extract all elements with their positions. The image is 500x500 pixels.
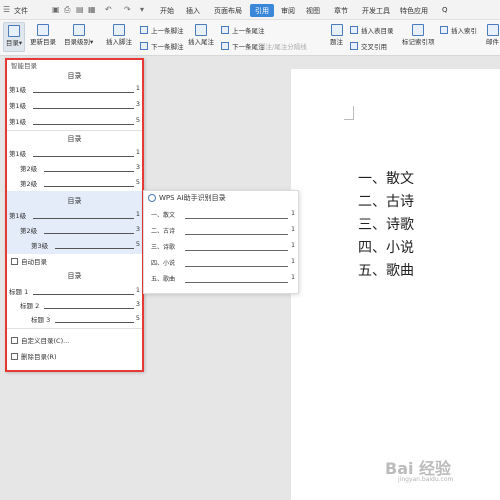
file-menu[interactable]: 文件	[14, 6, 28, 16]
toc-template-line[interactable]: 第1级 5	[9, 116, 140, 126]
smart-toc-header: 智能目录	[11, 62, 37, 70]
watermark-url: jingyan.baidu.com	[398, 476, 454, 483]
divider	[7, 130, 142, 131]
save-icon[interactable]: ▣	[52, 5, 60, 14]
toc-template-title: 目录	[67, 135, 82, 143]
toc-dropdown: 智能目录 目录 第1级 1 第1级 3 第1级 5 目录 第1级 1 第2级 3 第2级 5…	[5, 58, 144, 372]
undo-icon[interactable]: ↶	[105, 5, 112, 14]
toc-level-button[interactable]: 目录级别▾	[64, 24, 93, 46]
mail-icon	[486, 24, 499, 36]
footnote-separator-button[interactable]: 脚注/尾注分隔线	[259, 41, 307, 51]
caption-icon	[330, 24, 343, 36]
toc-template-title: 目录	[67, 72, 82, 80]
table-toc-icon	[350, 26, 358, 34]
cross-reference-button[interactable]: 交叉引用	[350, 41, 387, 51]
insert-footnote-button[interactable]: 插入脚注	[106, 24, 132, 46]
toc-icon	[8, 25, 20, 37]
next-endnote-button[interactable]: 下一条尾注	[221, 41, 265, 51]
tab-special-apps[interactable]: 特色应用	[400, 6, 428, 16]
tab-page-layout[interactable]: 页面布局	[214, 6, 242, 16]
doc-heading[interactable]: 四、小说	[358, 237, 414, 257]
toc-level-icon	[72, 24, 85, 36]
delete-toc-icon	[11, 352, 18, 360]
toc-template-title: 目录	[67, 272, 82, 280]
mark-index-icon	[412, 24, 425, 36]
toc-template-line[interactable]: 标题 35	[9, 314, 140, 324]
ai-toc-line[interactable]: 五、歌曲 1	[151, 274, 295, 284]
next-endnote-icon	[221, 42, 229, 50]
insert-table-toc-button[interactable]: 插入表目录	[350, 25, 394, 35]
caption-button[interactable]: 题注	[330, 24, 343, 46]
redo-icon[interactable]: ↷	[124, 5, 131, 14]
auto-toc-icon	[11, 257, 18, 265]
format-painter-icon[interactable]: ▦	[88, 5, 96, 14]
tab-home[interactable]: 开始	[160, 6, 174, 16]
cross-reference-icon	[350, 42, 358, 50]
footnote-icon	[113, 24, 125, 36]
next-footnote-button[interactable]: 下一条脚注	[140, 41, 184, 51]
toc-template-line[interactable]: 第1级 3	[9, 100, 140, 110]
ai-toc-panel: WPS AI助手识别目录 一、散文 1 二、古诗 1 三、诗歌 1 四、小说 1 五、歌…	[143, 190, 299, 294]
toc-template-line[interactable]: 第2级 3	[9, 225, 140, 235]
print-icon[interactable]: ⎙	[64, 5, 70, 15]
tab-developer[interactable]: 开发工具	[362, 6, 390, 16]
document-page[interactable]	[291, 69, 500, 500]
update-toc-button[interactable]: 更新目录	[30, 24, 56, 46]
toc-template-line[interactable]: 第1级 1	[9, 148, 140, 158]
ai-toc-line[interactable]: 一、散文 1	[151, 210, 295, 220]
doc-heading[interactable]: 三、诗歌	[358, 214, 414, 234]
preview-icon[interactable]: ▤	[76, 5, 84, 14]
tab-insert[interactable]: 插入	[186, 6, 200, 16]
wps-ai-icon	[148, 194, 156, 202]
tab-review[interactable]: 审阅	[281, 6, 295, 16]
menu-bar: ☰ 文件 ▣ ⎙ ▤ ▦ ↶ ↷ ▾ 开始 插入 页面布局 引用 审阅 视图 章…	[0, 0, 500, 20]
endnote-icon	[195, 24, 207, 36]
next-footnote-icon	[140, 42, 148, 50]
prev-footnote-button[interactable]: 上一条脚注	[140, 25, 184, 35]
insert-index-button[interactable]: 插入索引	[440, 25, 477, 35]
search-icon[interactable]: Q	[442, 6, 448, 14]
ai-toc-line[interactable]: 二、古诗 1	[151, 226, 295, 236]
menu-icon[interactable]: ☰	[3, 5, 10, 14]
toc-template-line[interactable]: 第2级 3	[9, 163, 140, 173]
toc-template-line[interactable]: 标题 23	[9, 300, 140, 310]
prev-endnote-icon	[221, 26, 229, 34]
toc-template-line[interactable]: 第3级 5	[9, 240, 140, 250]
toc-template-line[interactable]: 第1级 1	[9, 210, 140, 220]
tab-references[interactable]: 引用	[250, 4, 274, 17]
tab-chapter[interactable]: 章节	[334, 6, 348, 16]
toc-template-line[interactable]: 标题 11	[9, 286, 140, 296]
ai-toc-line[interactable]: 四、小说 1	[151, 258, 295, 268]
insert-index-icon	[440, 26, 448, 34]
divider	[7, 328, 142, 329]
toc-button[interactable]: 目录▾	[3, 22, 25, 52]
update-toc-icon	[37, 24, 49, 36]
toc-template-line[interactable]: 第1级 1	[9, 84, 140, 94]
tab-view[interactable]: 视图	[306, 6, 320, 16]
delete-toc-button[interactable]: 删除目录(R)	[11, 351, 57, 361]
ribbon-references: 目录▾ 更新目录 目录级别▾ 插入脚注 上一条脚注 下一条脚注 插入尾注 上一条…	[0, 20, 500, 56]
custom-toc-icon	[11, 336, 18, 344]
doc-heading[interactable]: 五、歌曲	[358, 260, 414, 280]
page-margin-corner	[344, 106, 354, 120]
ai-panel-title: WPS AI助手识别目录	[148, 193, 226, 203]
toc-template-title: 目录	[67, 197, 82, 205]
insert-endnote-button[interactable]: 插入尾注	[188, 24, 214, 46]
auto-toc-header: 自动目录	[11, 256, 47, 266]
custom-toc-button[interactable]: 自定义目录(C)...	[11, 335, 69, 345]
more-icon[interactable]: ▾	[140, 5, 144, 14]
ai-toc-line[interactable]: 三、诗歌 1	[151, 242, 295, 252]
mark-index-button[interactable]: 标记索引项	[402, 24, 435, 46]
toc-template-line[interactable]: 第2级 5	[9, 178, 140, 188]
doc-heading[interactable]: 二、古诗	[358, 191, 414, 211]
prev-endnote-button[interactable]: 上一条尾注	[221, 25, 265, 35]
mail-button[interactable]: 邮件	[486, 24, 499, 46]
doc-heading[interactable]: 一、散文	[358, 168, 414, 188]
prev-footnote-icon	[140, 26, 148, 34]
